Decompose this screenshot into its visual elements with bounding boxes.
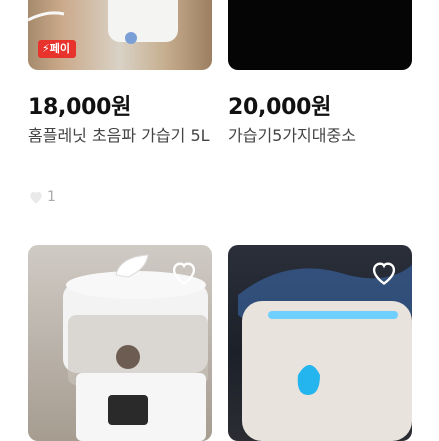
product-image[interactable]	[228, 0, 412, 70]
pay-badge: ⚡페이	[38, 40, 76, 58]
product-image[interactable]	[228, 245, 412, 441]
heart-icon	[30, 191, 42, 204]
price: 18,000원	[28, 95, 132, 120]
heart-icon[interactable]	[370, 259, 398, 287]
product-title[interactable]: 가습기5가지대중소	[228, 121, 412, 151]
product-image[interactable]: ⚡페이	[28, 0, 212, 70]
like-count: 1	[28, 189, 56, 205]
heart-icon[interactable]	[170, 259, 198, 287]
product-image[interactable]	[28, 245, 212, 441]
product-title[interactable]: 홈플레닛 초음파 가습기 5L	[28, 121, 212, 151]
price: 20,000원	[228, 95, 332, 120]
